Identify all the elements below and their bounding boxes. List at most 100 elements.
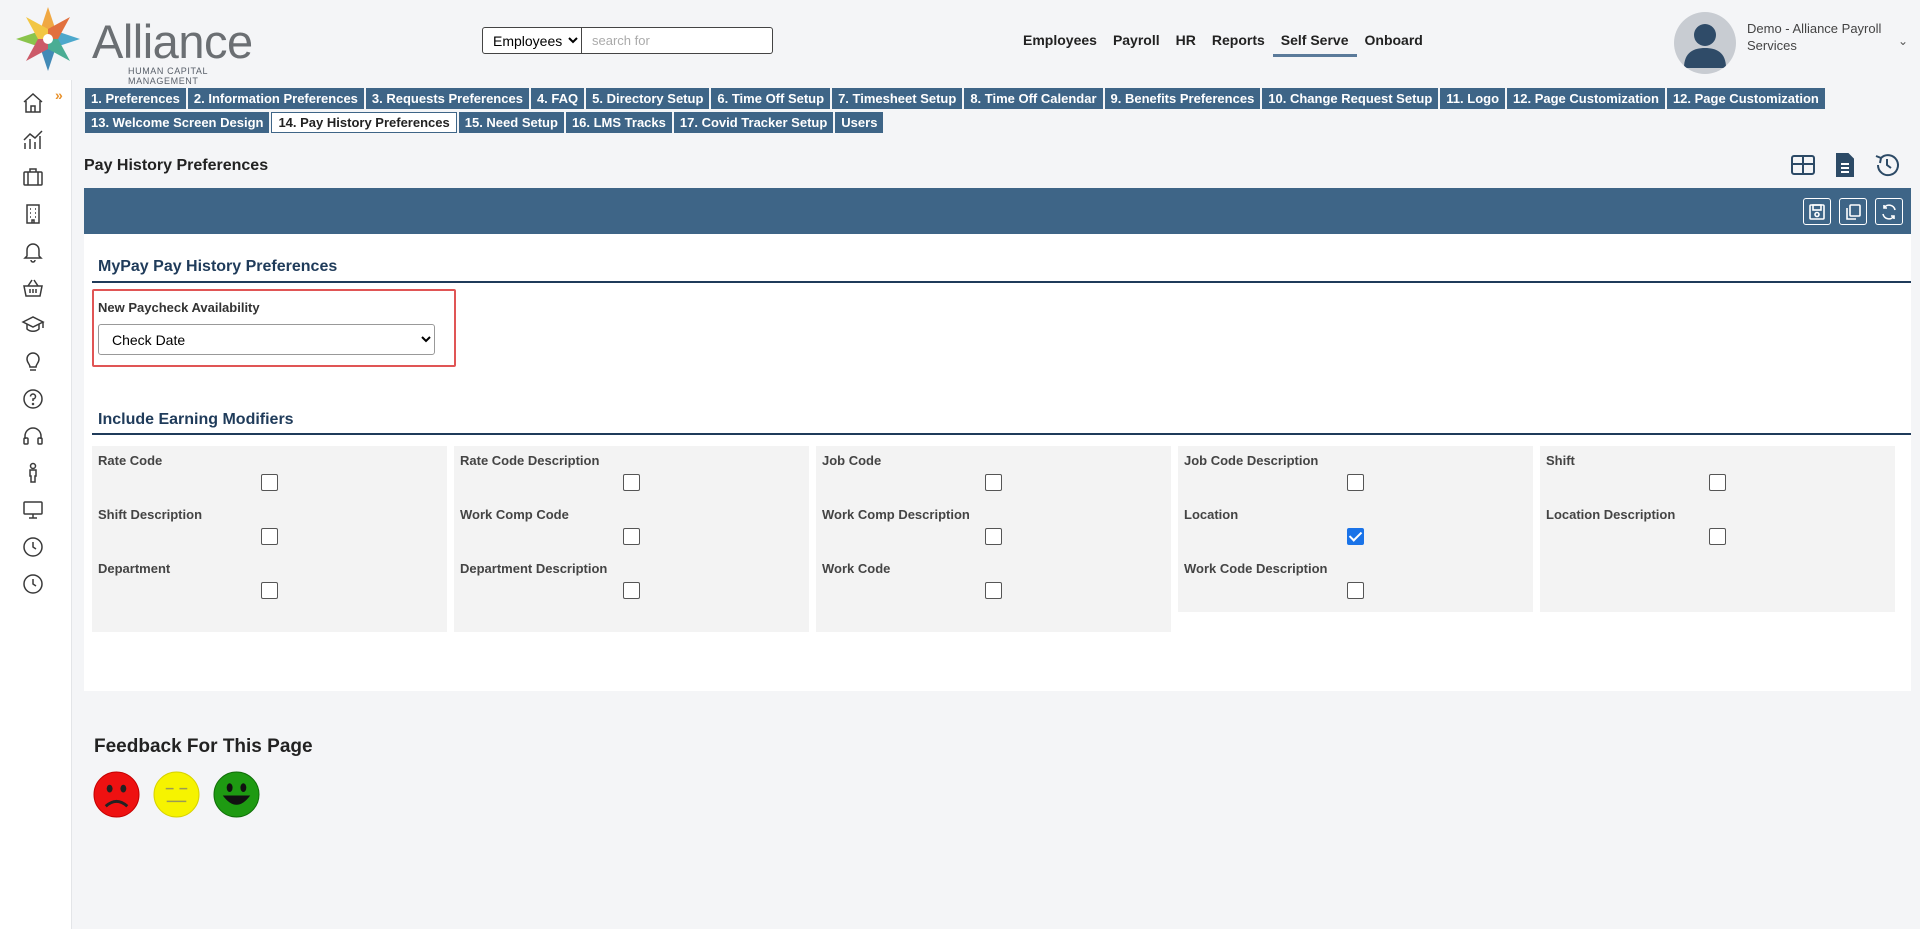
tab-11-logo[interactable]: 11. Logo: [1440, 88, 1506, 109]
modifier-cell-empty: [92, 608, 447, 632]
search-input[interactable]: [582, 27, 773, 54]
checkbox-department-description[interactable]: [623, 582, 640, 599]
section-divider: [92, 433, 1911, 435]
grid-view-icon[interactable]: [1788, 150, 1818, 180]
section-heading-earning-modifiers: Include Earning Modifiers: [98, 411, 294, 428]
graduation-cap-icon[interactable]: [20, 312, 46, 338]
happy-face-icon[interactable]: [213, 771, 260, 818]
nav-payroll[interactable]: Payroll: [1105, 30, 1168, 57]
section-heading-mypay: MyPay Pay History Preferences: [98, 258, 338, 275]
search-category-select[interactable]: Employees: [482, 27, 582, 54]
modifier-cell-shift: Shift: [1540, 446, 1895, 504]
refresh-icon[interactable]: [1875, 198, 1903, 225]
tab-5-directory-setup[interactable]: 5. Directory Setup: [586, 88, 710, 109]
save-icon[interactable]: [1803, 198, 1831, 225]
header: Alliance HUMAN CAPITAL MANAGEMENT Employ…: [0, 0, 1920, 86]
clock-icon[interactable]: [20, 534, 46, 560]
person-icon[interactable]: [20, 460, 46, 486]
modifier-label: Shift Description: [98, 507, 203, 522]
alliance-logo[interactable]: Alliance HUMAN CAPITAL MANAGEMENT: [10, 2, 260, 86]
modifier-cell-department: Department: [92, 554, 447, 612]
tab-8-time-off-calendar[interactable]: 8. Time Off Calendar: [964, 88, 1103, 109]
modifier-cell-department-description: Department Description: [454, 554, 809, 612]
checkbox-work-comp-description[interactable]: [985, 528, 1002, 545]
checkbox-rate-code[interactable]: [261, 474, 278, 491]
basket-icon[interactable]: [20, 275, 46, 301]
tab-users[interactable]: Users: [835, 112, 884, 133]
tab-row-1: 1. Preferences 2. Information Preferences…: [85, 88, 1915, 109]
new-paycheck-availability-label: New Paycheck Availability: [98, 300, 260, 315]
tab-1-preferences[interactable]: 1. Preferences: [85, 88, 186, 109]
tab-2-information-preferences[interactable]: 2. Information Preferences: [187, 88, 364, 109]
modifier-label: Rate Code Description: [460, 453, 600, 468]
checkbox-location-description[interactable]: [1709, 528, 1726, 545]
sad-face-icon[interactable]: [93, 771, 140, 818]
analytics-icon[interactable]: [20, 127, 46, 153]
neutral-face-icon[interactable]: [153, 771, 200, 818]
tab-15-need-setup[interactable]: 15. Need Setup: [458, 112, 564, 133]
checkbox-work-code[interactable]: [985, 582, 1002, 599]
tab-12-page-customization[interactable]: 12. Page Customization: [1507, 88, 1665, 109]
modifier-cell-work-code-description: Work Code Description: [1178, 554, 1533, 612]
copy-icon[interactable]: [1839, 198, 1867, 225]
search-bar: Employees: [482, 27, 773, 54]
building-icon[interactable]: [20, 201, 46, 227]
modifier-label: Work Comp Description: [822, 507, 970, 522]
clock-icon-2[interactable]: [20, 571, 46, 597]
checkbox-work-code-description[interactable]: [1347, 582, 1364, 599]
checkbox-shift-description[interactable]: [261, 528, 278, 545]
tab-3-requests-preferences[interactable]: 3. Requests Preferences: [365, 88, 529, 109]
document-icon[interactable]: [1830, 150, 1860, 180]
tab-4-faq[interactable]: 4. FAQ: [530, 88, 585, 109]
tab-6-time-off-setup[interactable]: 6. Time Off Setup: [711, 88, 831, 109]
modifier-cell-shift-description: Shift Description: [92, 500, 447, 558]
modifier-cell-job-code: Job Code: [816, 446, 1171, 504]
checkbox-job-code-description[interactable]: [1347, 474, 1364, 491]
tab-7-timesheet-setup[interactable]: 7. Timesheet Setup: [832, 88, 963, 109]
history-icon[interactable]: [1872, 150, 1902, 180]
logo-wordmark: Alliance: [92, 15, 253, 68]
chevron-down-icon[interactable]: ⌄: [1898, 34, 1908, 48]
modifier-cell-work-comp-code: Work Comp Code: [454, 500, 809, 558]
panel-toolbar: [84, 188, 1911, 234]
checkbox-shift[interactable]: [1709, 474, 1726, 491]
tab-13-welcome-screen-design[interactable]: 13. Welcome Screen Design: [85, 112, 270, 133]
modifier-label: Department Description: [460, 561, 608, 576]
checkbox-department[interactable]: [261, 582, 278, 599]
page-tools: [1788, 150, 1902, 180]
modifier-cell-location-description: Location Description: [1540, 500, 1895, 558]
modifier-cell-location: Location: [1178, 500, 1533, 558]
monitor-icon[interactable]: [20, 497, 46, 523]
headset-icon[interactable]: [20, 423, 46, 449]
nav-reports[interactable]: Reports: [1204, 30, 1273, 57]
tab-9-benefits-preferences[interactable]: 9. Benefits Preferences: [1104, 88, 1261, 109]
modifier-cell-work-comp-description: Work Comp Description: [816, 500, 1171, 558]
tab-17-covid-tracker-setup[interactable]: 17. Covid Tracker Setup: [673, 112, 834, 133]
user-menu[interactable]: Demo - Alliance Payroll Services ⌄: [1674, 12, 1914, 74]
alliance-logo-mark: [16, 7, 80, 71]
tab-10-change-request-setup[interactable]: 10. Change Request Setup: [1262, 88, 1439, 109]
briefcase-icon[interactable]: [20, 164, 46, 190]
tab-16-lms-tracks[interactable]: 16. LMS Tracks: [565, 112, 672, 133]
nav-employees[interactable]: Employees: [1015, 30, 1105, 57]
nav-onboard[interactable]: Onboard: [1357, 30, 1431, 57]
help-icon[interactable]: [20, 386, 46, 412]
nav-self-serve[interactable]: Self Serve: [1272, 30, 1357, 57]
nav-hr[interactable]: HR: [1168, 30, 1204, 57]
home-icon[interactable]: [20, 90, 46, 116]
modifier-label: Job Code Description: [1184, 453, 1319, 468]
expand-sidebar-icon[interactable]: »: [55, 87, 63, 103]
checkbox-rate-code-description[interactable]: [623, 474, 640, 491]
modifier-cell-job-code-description: Job Code Description: [1178, 446, 1533, 504]
tab-14-pay-history-preferences[interactable]: 14. Pay History Preferences: [271, 112, 457, 133]
checkbox-location[interactable]: [1347, 528, 1364, 545]
logo-subtitle: HUMAN CAPITAL MANAGEMENT: [128, 66, 208, 86]
new-paycheck-availability-select[interactable]: Check Date: [98, 324, 435, 355]
modifier-label: Location: [1184, 507, 1239, 522]
lightbulb-icon[interactable]: [20, 349, 46, 375]
avatar: [1674, 12, 1736, 74]
tab-12-page-customization[interactable]: 12. Page Customization: [1666, 88, 1825, 109]
checkbox-work-comp-code[interactable]: [623, 528, 640, 545]
checkbox-job-code[interactable]: [985, 474, 1002, 491]
bell-icon[interactable]: [20, 238, 46, 264]
